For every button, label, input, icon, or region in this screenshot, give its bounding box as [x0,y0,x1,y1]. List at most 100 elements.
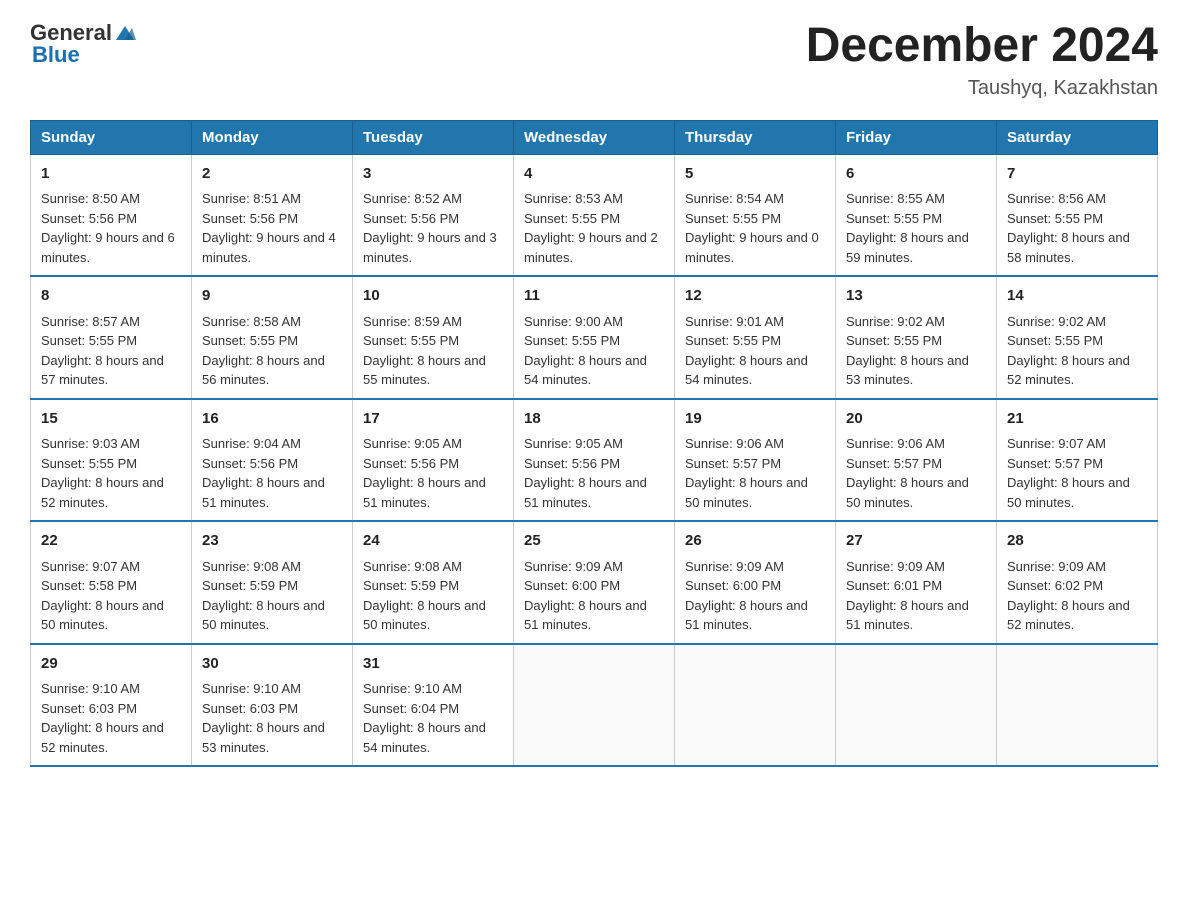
day-number: 10 [363,285,503,308]
day-daylight: Daylight: 9 hours and 2 minutes. [524,230,658,265]
calendar-day-cell: 4 Sunrise: 8:53 AM Sunset: 5:55 PM Dayli… [514,154,675,276]
day-sunset: Sunset: 5:55 PM [846,333,942,348]
day-daylight: Daylight: 8 hours and 52 minutes. [41,475,164,510]
day-sunset: Sunset: 5:55 PM [41,333,137,348]
day-daylight: Daylight: 9 hours and 3 minutes. [363,230,497,265]
day-sunrise: Sunrise: 9:10 AM [202,681,301,696]
day-number: 23 [202,530,342,553]
day-header-wednesday: Wednesday [514,120,675,154]
day-daylight: Daylight: 8 hours and 52 minutes. [1007,353,1130,388]
day-sunset: Sunset: 5:56 PM [202,211,298,226]
calendar-week-row: 8 Sunrise: 8:57 AM Sunset: 5:55 PM Dayli… [31,276,1158,399]
day-number: 13 [846,285,986,308]
day-sunrise: Sunrise: 8:51 AM [202,191,301,206]
day-daylight: Daylight: 8 hours and 54 minutes. [524,353,647,388]
calendar-day-cell: 16 Sunrise: 9:04 AM Sunset: 5:56 PM Dayl… [192,399,353,522]
day-sunset: Sunset: 6:00 PM [685,578,781,593]
day-sunset: Sunset: 5:55 PM [524,333,620,348]
day-daylight: Daylight: 8 hours and 57 minutes. [41,353,164,388]
logo-icon [114,22,136,44]
logo-blue-text: Blue [32,42,80,68]
day-daylight: Daylight: 8 hours and 51 minutes. [202,475,325,510]
calendar-week-row: 1 Sunrise: 8:50 AM Sunset: 5:56 PM Dayli… [31,154,1158,276]
day-sunset: Sunset: 5:56 PM [41,211,137,226]
day-sunset: Sunset: 6:02 PM [1007,578,1103,593]
day-number: 5 [685,163,825,186]
day-sunrise: Sunrise: 9:09 AM [1007,559,1106,574]
calendar-day-cell: 13 Sunrise: 9:02 AM Sunset: 5:55 PM Dayl… [836,276,997,399]
day-number: 6 [846,163,986,186]
calendar-day-cell: 5 Sunrise: 8:54 AM Sunset: 5:55 PM Dayli… [675,154,836,276]
day-sunrise: Sunrise: 8:54 AM [685,191,784,206]
calendar-week-row: 15 Sunrise: 9:03 AM Sunset: 5:55 PM Dayl… [31,399,1158,522]
day-sunrise: Sunrise: 9:10 AM [41,681,140,696]
day-sunset: Sunset: 5:55 PM [685,333,781,348]
day-daylight: Daylight: 9 hours and 4 minutes. [202,230,336,265]
day-daylight: Daylight: 8 hours and 54 minutes. [363,720,486,755]
day-daylight: Daylight: 8 hours and 50 minutes. [202,598,325,633]
day-sunrise: Sunrise: 9:08 AM [202,559,301,574]
calendar-week-row: 29 Sunrise: 9:10 AM Sunset: 6:03 PM Dayl… [31,644,1158,767]
day-number: 8 [41,285,181,308]
day-daylight: Daylight: 8 hours and 55 minutes. [363,353,486,388]
day-sunrise: Sunrise: 9:08 AM [363,559,462,574]
day-header-friday: Friday [836,120,997,154]
day-header-sunday: Sunday [31,120,192,154]
day-sunrise: Sunrise: 8:56 AM [1007,191,1106,206]
day-number: 9 [202,285,342,308]
day-number: 25 [524,530,664,553]
day-number: 29 [41,653,181,676]
day-number: 3 [363,163,503,186]
day-daylight: Daylight: 8 hours and 51 minutes. [685,598,808,633]
calendar-day-cell [997,644,1158,767]
calendar-day-cell: 18 Sunrise: 9:05 AM Sunset: 5:56 PM Dayl… [514,399,675,522]
day-sunrise: Sunrise: 9:07 AM [1007,436,1106,451]
day-daylight: Daylight: 8 hours and 56 minutes. [202,353,325,388]
day-sunset: Sunset: 5:58 PM [41,578,137,593]
calendar-day-cell: 7 Sunrise: 8:56 AM Sunset: 5:55 PM Dayli… [997,154,1158,276]
day-number: 26 [685,530,825,553]
day-sunset: Sunset: 5:59 PM [202,578,298,593]
day-sunset: Sunset: 6:04 PM [363,701,459,716]
day-sunset: Sunset: 5:56 PM [524,456,620,471]
day-sunset: Sunset: 6:01 PM [846,578,942,593]
calendar-day-cell [514,644,675,767]
day-number: 31 [363,653,503,676]
day-daylight: Daylight: 8 hours and 58 minutes. [1007,230,1130,265]
day-daylight: Daylight: 9 hours and 0 minutes. [685,230,819,265]
day-sunset: Sunset: 5:56 PM [363,211,459,226]
day-daylight: Daylight: 8 hours and 54 minutes. [685,353,808,388]
day-number: 2 [202,163,342,186]
day-sunrise: Sunrise: 8:52 AM [363,191,462,206]
day-sunset: Sunset: 6:03 PM [202,701,298,716]
calendar-day-cell: 21 Sunrise: 9:07 AM Sunset: 5:57 PM Dayl… [997,399,1158,522]
day-number: 21 [1007,408,1147,431]
day-sunrise: Sunrise: 9:07 AM [41,559,140,574]
day-sunrise: Sunrise: 9:00 AM [524,314,623,329]
day-number: 7 [1007,163,1147,186]
location-text: Taushyq, Kazakhstan [806,77,1158,100]
day-sunrise: Sunrise: 8:57 AM [41,314,140,329]
day-daylight: Daylight: 8 hours and 51 minutes. [846,598,969,633]
day-sunrise: Sunrise: 9:06 AM [846,436,945,451]
calendar-day-cell: 26 Sunrise: 9:09 AM Sunset: 6:00 PM Dayl… [675,521,836,644]
day-number: 12 [685,285,825,308]
day-daylight: Daylight: 8 hours and 59 minutes. [846,230,969,265]
day-sunset: Sunset: 5:55 PM [1007,211,1103,226]
day-sunset: Sunset: 5:55 PM [1007,333,1103,348]
day-daylight: Daylight: 8 hours and 52 minutes. [1007,598,1130,633]
day-sunrise: Sunrise: 9:04 AM [202,436,301,451]
calendar-day-cell: 30 Sunrise: 9:10 AM Sunset: 6:03 PM Dayl… [192,644,353,767]
calendar-day-cell: 19 Sunrise: 9:06 AM Sunset: 5:57 PM Dayl… [675,399,836,522]
calendar-day-cell: 28 Sunrise: 9:09 AM Sunset: 6:02 PM Dayl… [997,521,1158,644]
day-sunset: Sunset: 5:55 PM [363,333,459,348]
day-daylight: Daylight: 8 hours and 53 minutes. [846,353,969,388]
calendar-day-cell: 1 Sunrise: 8:50 AM Sunset: 5:56 PM Dayli… [31,154,192,276]
day-number: 30 [202,653,342,676]
day-sunset: Sunset: 6:03 PM [41,701,137,716]
calendar-day-cell: 24 Sunrise: 9:08 AM Sunset: 5:59 PM Dayl… [353,521,514,644]
day-daylight: Daylight: 8 hours and 50 minutes. [846,475,969,510]
calendar-day-cell: 10 Sunrise: 8:59 AM Sunset: 5:55 PM Dayl… [353,276,514,399]
calendar-day-cell: 11 Sunrise: 9:00 AM Sunset: 5:55 PM Dayl… [514,276,675,399]
day-daylight: Daylight: 8 hours and 52 minutes. [41,720,164,755]
